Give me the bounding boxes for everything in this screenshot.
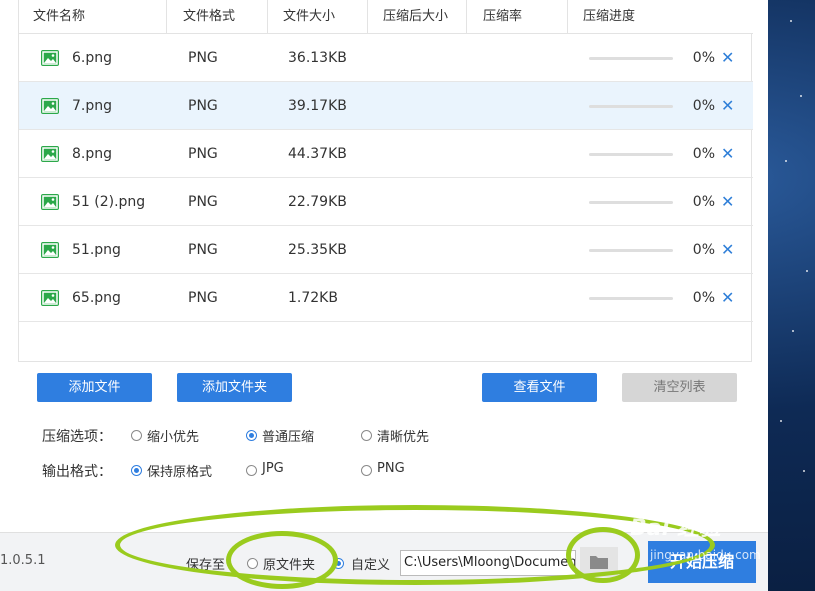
file-name: 6.png	[72, 50, 113, 66]
progress-percent: 0%	[692, 98, 715, 114]
header-ratio: 压缩率	[483, 9, 523, 24]
file-name: 7.png	[72, 98, 113, 114]
clear-list-button[interactable]: 清空列表	[622, 373, 737, 402]
watermark-logo: Bai 经验	[630, 516, 721, 541]
remove-file-icon[interactable]: ✕	[721, 82, 734, 130]
image-file-icon	[41, 98, 59, 114]
output-format-label: 输出格式：	[42, 464, 112, 480]
file-list-panel: 文件名称 文件格式 文件大小 压缩后大小 压缩率 压缩进度 6.png PNG 36…	[18, 0, 753, 362]
format-jpg-label: JPG	[262, 461, 284, 476]
progress-bar	[589, 57, 673, 60]
file-size: 44.37KB	[288, 146, 347, 162]
image-file-icon	[41, 50, 59, 66]
header-compressed-size: 压缩后大小	[383, 9, 449, 24]
progress-percent: 0%	[692, 242, 715, 258]
file-format: PNG	[188, 290, 218, 306]
add-file-button[interactable]: 添加文件	[37, 373, 152, 402]
add-folder-button[interactable]: 添加文件夹	[177, 373, 292, 402]
remove-file-icon[interactable]: ✕	[721, 178, 734, 226]
header-format: 文件格式	[183, 9, 236, 24]
header-size: 文件大小	[283, 9, 336, 24]
progress-bar	[589, 297, 673, 300]
file-name: 51 (2).png	[72, 194, 146, 210]
progress-bar	[589, 201, 673, 204]
table-row[interactable]: 6.png PNG 36.13KB 0% ✕	[19, 34, 753, 82]
format-png-label: PNG	[377, 461, 405, 476]
image-file-icon	[41, 290, 59, 306]
file-format: PNG	[188, 98, 218, 114]
progress-bar	[589, 249, 673, 252]
progress-percent: 0%	[692, 146, 715, 162]
image-file-icon	[41, 194, 59, 210]
progress-percent: 0%	[692, 290, 715, 306]
file-format: PNG	[188, 146, 218, 162]
file-format: PNG	[188, 242, 218, 258]
version-text: 1.0.5.1	[0, 553, 46, 568]
file-format: PNG	[188, 194, 218, 210]
file-size: 25.35KB	[288, 242, 347, 258]
file-format: PNG	[188, 50, 218, 66]
radio-compress-small[interactable]	[131, 430, 142, 441]
image-file-icon	[41, 146, 59, 162]
radio-format-keep[interactable]	[131, 465, 142, 476]
table-row[interactable]: 8.png PNG 44.37KB 0% ✕	[19, 130, 753, 178]
compress-options-label: 压缩选项：	[42, 429, 112, 445]
progress-percent: 0%	[692, 50, 715, 66]
progress-bar	[589, 153, 673, 156]
progress-bar	[589, 105, 673, 108]
annotation-ellipse-original-folder	[226, 531, 338, 589]
header-progress: 压缩进度	[583, 9, 636, 24]
file-name: 51.png	[72, 242, 121, 258]
table-row[interactable]: 65.png PNG 1.72KB 0% ✕	[19, 274, 753, 322]
watermark-url: jingyan.baidu.com	[650, 548, 761, 562]
radio-compress-normal[interactable]	[246, 430, 257, 441]
image-file-icon	[41, 242, 59, 258]
compress-normal-label: 普通压缩	[262, 430, 315, 445]
file-name: 8.png	[72, 146, 113, 162]
file-size: 1.72KB	[288, 290, 338, 306]
table-header: 文件名称 文件格式 文件大小 压缩后大小 压缩率 压缩进度	[19, 0, 753, 34]
remove-file-icon[interactable]: ✕	[721, 34, 734, 82]
file-size: 36.13KB	[288, 50, 347, 66]
compressor-window: 文件名称 文件格式 文件大小 压缩后大小 压缩率 压缩进度 6.png PNG 36…	[0, 0, 768, 591]
remove-file-icon[interactable]: ✕	[721, 130, 734, 178]
view-file-button[interactable]: 查看文件	[482, 373, 597, 402]
radio-format-png[interactable]	[361, 465, 372, 476]
table-row[interactable]: 51 (2).png PNG 22.79KB 0% ✕	[19, 178, 753, 226]
radio-compress-clear[interactable]	[361, 430, 372, 441]
radio-format-jpg[interactable]	[246, 465, 257, 476]
compress-small-label: 缩小优先	[147, 430, 200, 445]
file-size: 39.17KB	[288, 98, 347, 114]
remove-file-icon[interactable]: ✕	[721, 226, 734, 274]
header-filename: 文件名称	[33, 9, 86, 24]
progress-percent: 0%	[692, 194, 715, 210]
annotation-ellipse-folder-button	[566, 527, 640, 583]
file-size: 22.79KB	[288, 194, 347, 210]
table-row[interactable]: 7.png PNG 39.17KB 0% ✕	[19, 82, 753, 130]
compress-clear-label: 清晰优先	[377, 430, 430, 445]
format-keep-label: 保持原格式	[147, 465, 213, 480]
file-name: 65.png	[72, 290, 121, 306]
table-row[interactable]: 51.png PNG 25.35KB 0% ✕	[19, 226, 753, 274]
remove-file-icon[interactable]: ✕	[721, 274, 734, 322]
